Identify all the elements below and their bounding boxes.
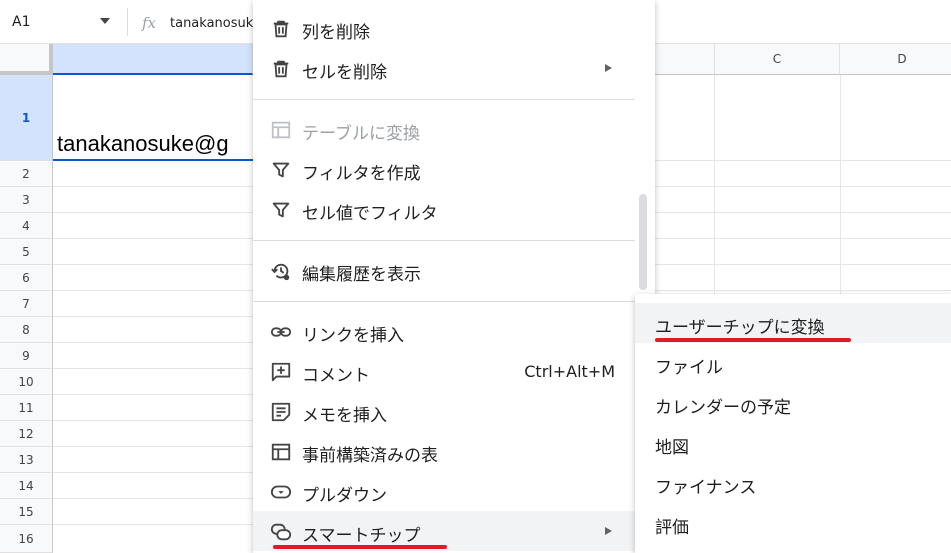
menu-item-insert-note[interactable]: メモを挿入	[253, 391, 655, 431]
menu-item-dropdown[interactable]: プルダウン	[253, 471, 655, 511]
menu-divider	[253, 301, 635, 302]
row-header-8[interactable]: 8	[0, 317, 53, 343]
menu-item-insert-link[interactable]: リンクを挿入	[253, 311, 655, 351]
submenu-item-label: 評価	[655, 518, 689, 538]
menu-item-label: セルを削除	[302, 63, 387, 83]
menu-item-delete-column[interactable]: 列を削除	[253, 8, 655, 48]
submenu-item-map[interactable]: 地図	[635, 423, 951, 463]
menu-item-label: 列を削除	[302, 23, 370, 43]
menu-item-label: 事前構築済みの表	[302, 446, 438, 466]
menu-item-label: 編集履歴を表示	[302, 265, 421, 285]
submenu-item-finance[interactable]: ファイナンス	[635, 463, 951, 503]
submenu-item-calendar-event[interactable]: カレンダーの予定	[635, 383, 951, 423]
submenu-item-label: ユーザーチップに変換	[655, 318, 825, 338]
smart-chip-icon	[270, 523, 292, 541]
formula-input[interactable]: tanakanosuke@g	[170, 16, 254, 31]
menu-divider	[253, 99, 635, 100]
annotation-underline	[273, 545, 447, 549]
row-header-9[interactable]: 9	[0, 343, 53, 369]
row-header-6[interactable]: 6	[0, 265, 53, 291]
chevron-down-icon[interactable]	[100, 18, 110, 24]
filter-icon	[272, 162, 290, 178]
trash-icon	[273, 20, 289, 38]
column-header-c[interactable]: C	[715, 44, 840, 75]
annotation-underline	[655, 338, 851, 342]
menu-divider	[253, 240, 635, 241]
select-all-corner[interactable]	[0, 44, 53, 75]
menu-item-label: プルダウン	[302, 486, 387, 506]
row-header-15[interactable]: 15	[0, 499, 53, 525]
row-header-5[interactable]: 5	[0, 239, 53, 265]
menu-item-label: スマートチップ	[302, 526, 421, 546]
submenu-item-label: 地図	[655, 438, 689, 458]
table-icon	[271, 121, 291, 139]
fx-icon: fx	[142, 14, 157, 32]
row-header-4[interactable]: 4	[0, 213, 53, 239]
menu-item-filter-by-value[interactable]: セル値でフィルタ	[253, 189, 655, 229]
submenu-item-label: ファイナンス	[655, 478, 757, 498]
menu-scrollbar[interactable]	[639, 194, 647, 290]
row-header-2[interactable]: 2	[0, 161, 53, 187]
note-icon	[271, 402, 291, 422]
column-header-a[interactable]	[53, 44, 253, 75]
menu-item-delete-cells[interactable]: セルを削除	[253, 48, 655, 88]
menu-item-label: メモを挿入	[302, 406, 387, 426]
menu-item-comment[interactable]: コメント Ctrl+Alt+M	[253, 351, 655, 391]
submenu-item-rating[interactable]: 評価	[635, 503, 951, 543]
cell-a1[interactable]: tanakanosuke@g	[53, 75, 273, 161]
row-header-3[interactable]: 3	[0, 187, 53, 213]
dropdown-icon	[270, 485, 292, 499]
name-box[interactable]: A1	[0, 8, 128, 36]
submenu-arrow-icon	[605, 527, 612, 535]
context-menu: 列を削除 セルを削除 テーブルに変換 フィルタを作成 セル値でフィルタ 編集履歴…	[253, 0, 655, 553]
menu-item-label: セル値でフィルタ	[302, 204, 438, 224]
row-header-16[interactable]: 16	[0, 525, 53, 553]
menu-item-edit-history[interactable]: 編集履歴を表示	[253, 250, 655, 290]
filter-icon	[272, 202, 290, 218]
menu-item-label: テーブルに変換	[302, 124, 420, 144]
row-header-14[interactable]: 14	[0, 473, 53, 499]
menu-item-label: フィルタを作成	[302, 164, 421, 184]
trash-icon	[273, 60, 289, 78]
menu-item-label: リンクを挿入	[302, 326, 404, 346]
smart-chips-submenu: ユーザーチップに変換 ファイル カレンダーの予定 地図 ファイナンス 評価	[635, 294, 951, 553]
menu-item-prebuilt-tables[interactable]: 事前構築済みの表	[253, 431, 655, 471]
submenu-item-convert-to-people-chip[interactable]: ユーザーチップに変換	[635, 303, 951, 343]
row-header-13[interactable]: 13	[0, 447, 53, 473]
row-header-1[interactable]: 1	[0, 75, 53, 161]
link-icon	[270, 327, 292, 337]
submenu-item-file[interactable]: ファイル	[635, 343, 951, 383]
column-header-d[interactable]: D	[840, 44, 951, 75]
submenu-arrow-icon	[605, 64, 612, 72]
menu-item-label: コメント	[302, 366, 370, 386]
row-header-7[interactable]: 7	[0, 291, 53, 317]
menu-item-create-filter[interactable]: フィルタを作成	[253, 149, 655, 189]
submenu-item-label: ファイル	[655, 358, 723, 378]
row-header-12[interactable]: 12	[0, 421, 53, 447]
menu-item-convert-to-table: テーブルに変換	[253, 109, 655, 149]
row-header-11[interactable]: 11	[0, 395, 53, 421]
submenu-item-label: カレンダーの予定	[655, 398, 791, 418]
name-box-cell-ref: A1	[12, 14, 31, 30]
table-icon	[271, 443, 291, 461]
menu-item-shortcut: Ctrl+Alt+M	[524, 362, 615, 381]
row-header-10[interactable]: 10	[0, 369, 53, 395]
comment-icon	[271, 362, 291, 382]
cell-a1-value: tanakanosuke@g	[57, 131, 229, 156]
history-icon	[271, 263, 290, 281]
